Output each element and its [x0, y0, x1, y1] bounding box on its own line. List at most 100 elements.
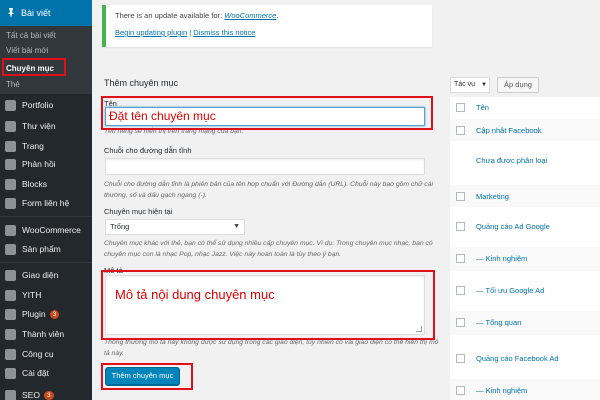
menu-label: Sản phẩm: [22, 244, 61, 254]
notice-message: There is an update available for:: [115, 11, 225, 20]
menu-tools[interactable]: Công cụ: [0, 345, 92, 363]
table-row: — Tối ưu Google Ad: [450, 279, 600, 303]
media-icon: [5, 120, 16, 132]
parent-select-value: Trống: [110, 222, 130, 231]
yith-icon: [5, 289, 16, 301]
menu-woocommerce[interactable]: WooCommerce: [0, 221, 92, 239]
portfolio-icon: [5, 99, 16, 111]
slug-input[interactable]: [105, 158, 425, 175]
category-name[interactable]: — Kinh nghiệm: [476, 386, 527, 395]
description-help: Thông thường mô tả này không được sử dụn…: [104, 339, 439, 357]
category-name[interactable]: Cập nhật Facebook: [476, 126, 541, 135]
bulk-actions-value: Tác vụ: [454, 81, 476, 88]
category-name[interactable]: Marketing: [476, 192, 509, 201]
menu-portfolio[interactable]: Portfolio: [0, 96, 92, 114]
menu-contact-form[interactable]: Form liên hệ: [0, 194, 92, 212]
table-row: Cập nhật Facebook: [450, 119, 600, 141]
category-name[interactable]: Quảng cáo Ad Google: [476, 222, 550, 231]
notice-text: There is an update available for: WooCom…: [115, 11, 423, 20]
settings-icon: [5, 367, 16, 379]
select-all-checkbox[interactable]: [456, 103, 465, 112]
tools-icon: [5, 348, 16, 360]
menu-label: Thành viên: [22, 329, 65, 339]
parent-select[interactable]: Trống ▼: [105, 219, 245, 235]
row-checkbox[interactable]: [456, 318, 465, 327]
row-checkbox[interactable]: [456, 126, 465, 135]
users-icon: [5, 328, 16, 340]
menu-separator: [0, 216, 92, 217]
begin-update-link[interactable]: Begin updating plugin: [115, 28, 187, 37]
menu-blocks[interactable]: Blocks: [0, 175, 92, 193]
table-row: — Tổng quan: [450, 311, 600, 335]
apply-button[interactable]: Áp dụng: [497, 77, 539, 93]
notice-actions: Begin updating plugin | Dismiss this not…: [115, 28, 423, 37]
blocks-icon: [5, 178, 16, 190]
table-row: Chưa được phân loại: [450, 149, 600, 171]
row-checkbox[interactable]: [456, 222, 465, 231]
menu-users[interactable]: Thành viên: [0, 325, 92, 343]
submenu-new-post[interactable]: Viết bài mới: [6, 46, 48, 55]
list-header: Tên: [450, 97, 600, 117]
menu-label: Cài đặt: [22, 368, 49, 378]
table-row: — Kinh nghiệm: [450, 247, 600, 271]
menu-label: SEO: [22, 390, 40, 400]
chevron-down-icon: ▼: [481, 82, 487, 88]
submenu-tags[interactable]: Thẻ: [6, 80, 20, 89]
row-checkbox[interactable]: [456, 354, 465, 363]
menu-label: Form liên hệ: [22, 198, 70, 208]
menu-media[interactable]: Thư viện: [0, 117, 92, 135]
category-name[interactable]: — Kinh nghiệm: [476, 254, 527, 263]
menu-products[interactable]: Sản phẩm: [0, 240, 92, 258]
parent-help: Chuyên mục khác với thẻ, bạn có thể sử d…: [104, 240, 433, 258]
form-title: Thêm chuyên mục: [104, 78, 179, 88]
notice-suffix: .: [276, 11, 279, 20]
menu-appearance[interactable]: Giao diện: [0, 266, 92, 284]
menu-settings[interactable]: Cài đặt: [0, 364, 92, 382]
table-row: — Kinh nghiệm: [450, 379, 600, 400]
plugins-icon: [5, 308, 16, 320]
categories-highlight: [2, 58, 66, 76]
menu-posts[interactable]: Bài viết: [0, 0, 92, 26]
menu-label: Phản hồi: [22, 159, 56, 169]
slug-label: Chuỗi cho đường dẫn tĩnh: [104, 146, 192, 155]
category-list: Tên Cập nhật Facebook Chưa được phân loạ…: [450, 97, 600, 400]
table-row: Quảng cáo Facebook Ad: [450, 347, 600, 371]
main-content: There is an update available for: WooCom…: [92, 0, 600, 400]
row-checkbox[interactable]: [456, 192, 465, 201]
dismiss-notice-link[interactable]: Dismiss this notice: [193, 28, 255, 37]
menu-seo[interactable]: SEO 3: [0, 386, 92, 400]
menu-plugins[interactable]: Plugin 3: [0, 305, 92, 323]
category-name[interactable]: Quảng cáo Facebook Ad: [476, 354, 559, 363]
menu-comments[interactable]: Phản hồi: [0, 155, 92, 173]
pages-icon: [5, 140, 16, 152]
plugin-update-badge: 3: [49, 309, 60, 319]
category-name[interactable]: — Tối ưu Google Ad: [476, 286, 544, 295]
chevron-down-icon: ▼: [233, 223, 240, 230]
category-name[interactable]: Chưa được phân loại: [476, 156, 547, 165]
menu-label: Plugin: [22, 309, 46, 319]
row-checkbox[interactable]: [456, 254, 465, 263]
menu-label: Trang: [22, 141, 44, 151]
row-checkbox[interactable]: [456, 286, 465, 295]
column-name-header[interactable]: Tên: [476, 103, 489, 112]
category-name[interactable]: — Tổng quan: [476, 318, 521, 327]
notice-plugin-link[interactable]: WooCommerce: [224, 11, 276, 20]
admin-sidebar: Bài viết Tất cả bài viết Viết bài mới Ch…: [0, 0, 92, 400]
menu-yith[interactable]: YITH: [0, 286, 92, 304]
parent-label: Chuyên mục hiện tại: [104, 207, 173, 216]
woocommerce-icon: [5, 224, 16, 236]
menu-pages[interactable]: Trang: [0, 137, 92, 155]
bulk-actions-select[interactable]: Tác vụ ▼: [450, 77, 490, 93]
table-row: Marketing: [450, 185, 600, 207]
menu-label: Portfolio: [22, 100, 54, 110]
menu-separator: [0, 262, 92, 263]
table-row: Quảng cáo Ad Google: [450, 215, 600, 239]
appearance-icon: [5, 269, 16, 281]
row-checkbox[interactable]: [456, 386, 465, 395]
submit-highlight: [101, 363, 193, 390]
seo-badge: 3: [43, 390, 54, 400]
menu-label: Thư viện: [22, 121, 56, 131]
menu-posts-label: Bài viết: [21, 8, 51, 18]
submenu-all-posts[interactable]: Tất cả bài viết: [6, 31, 56, 40]
menu-label: Giao diện: [22, 270, 59, 280]
